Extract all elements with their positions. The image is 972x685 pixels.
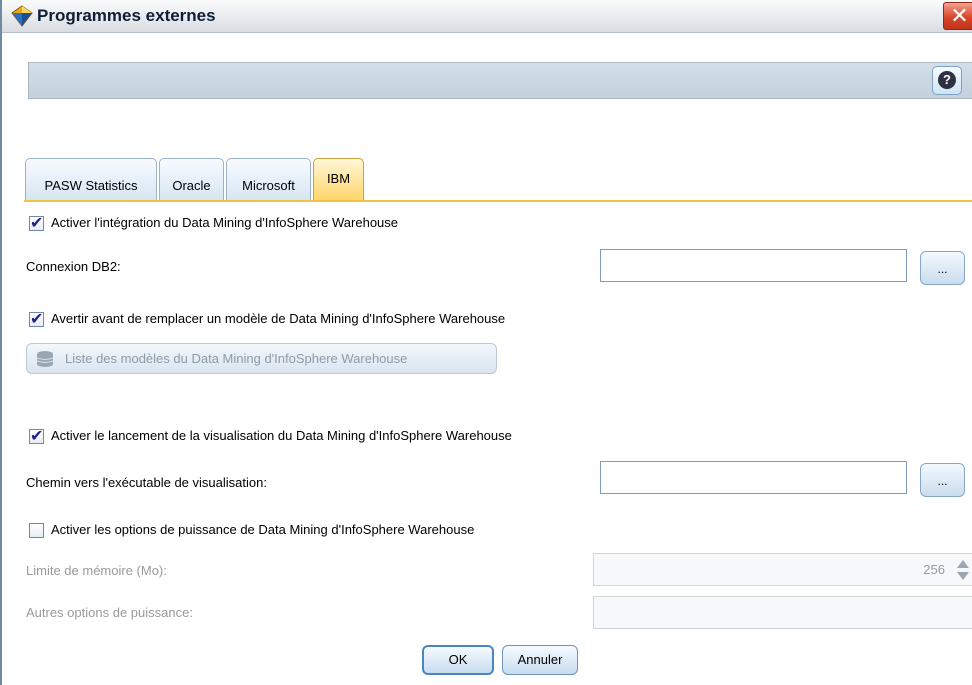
- close-icon: ✕: [950, 3, 969, 28]
- memory-limit-label: Limite de mémoire (Mo):: [26, 563, 167, 578]
- tab-label: PASW Statistics: [44, 178, 138, 193]
- tab-oracle[interactable]: Oracle: [159, 158, 224, 200]
- ok-button[interactable]: OK: [422, 645, 494, 675]
- toolbar: [28, 62, 972, 99]
- visualization-path-label: Chemin vers l'exécutable de visualisatio…: [26, 475, 267, 490]
- enable-integration-label: Activer l'intégration du Data Mining d'I…: [51, 215, 399, 230]
- tab-label: Oracle: [172, 178, 211, 193]
- memory-limit-value: 256: [923, 562, 945, 577]
- title-bar: Programmes externes ✕: [2, 0, 972, 33]
- other-power-options-field[interactable]: [593, 596, 972, 629]
- cancel-button[interactable]: Annuler: [502, 645, 578, 675]
- tab-label: Microsoft: [242, 178, 295, 193]
- db2-connection-field[interactable]: [600, 249, 907, 282]
- list-models-button[interactable]: Liste des modèles du Data Mining d'InfoS…: [26, 343, 497, 374]
- close-button[interactable]: ✕: [943, 2, 972, 30]
- enable-visualization-checkbox[interactable]: [29, 426, 44, 445]
- help-icon: ?: [938, 71, 956, 89]
- db2-connection-label: Connexion DB2:: [26, 259, 121, 274]
- window-title: Programmes externes: [37, 6, 216, 25]
- tab-microsoft[interactable]: Microsoft: [226, 158, 311, 200]
- memory-limit-spinner[interactable]: 256: [593, 553, 972, 586]
- enable-visualization-label: Activer le lancement de la visualisation…: [51, 428, 512, 443]
- diamond-app-icon: [11, 5, 33, 27]
- help-button[interactable]: ?: [932, 66, 962, 95]
- tab-ibm[interactable]: IBM: [313, 158, 364, 200]
- tab-underline: [24, 200, 972, 202]
- visualization-path-browse-button[interactable]: ...: [920, 463, 965, 497]
- tab-pasw-statistics[interactable]: PASW Statistics: [25, 158, 157, 200]
- visualization-path-field[interactable]: [600, 461, 907, 494]
- tab-label: IBM: [326, 171, 351, 186]
- other-power-options-label: Autres options de puissance:: [26, 605, 193, 620]
- database-icon: [36, 351, 54, 367]
- db2-connection-browse-button[interactable]: ...: [920, 251, 965, 285]
- warn-replace-label: Avertir avant de remplacer un modèle de …: [51, 311, 506, 326]
- warn-replace-checkbox[interactable]: [29, 309, 44, 328]
- enable-power-options-label: Activer les options de puissance de Data…: [51, 522, 475, 537]
- enable-integration-checkbox[interactable]: [29, 213, 44, 232]
- spinner-arrows-icon[interactable]: [954, 555, 972, 585]
- dialog-window: Programmes externes ✕ ? PASW Statistics …: [0, 0, 972, 685]
- list-models-label: Liste des modèles du Data Mining d'InfoS…: [65, 351, 408, 366]
- enable-power-options-checkbox[interactable]: [29, 523, 44, 538]
